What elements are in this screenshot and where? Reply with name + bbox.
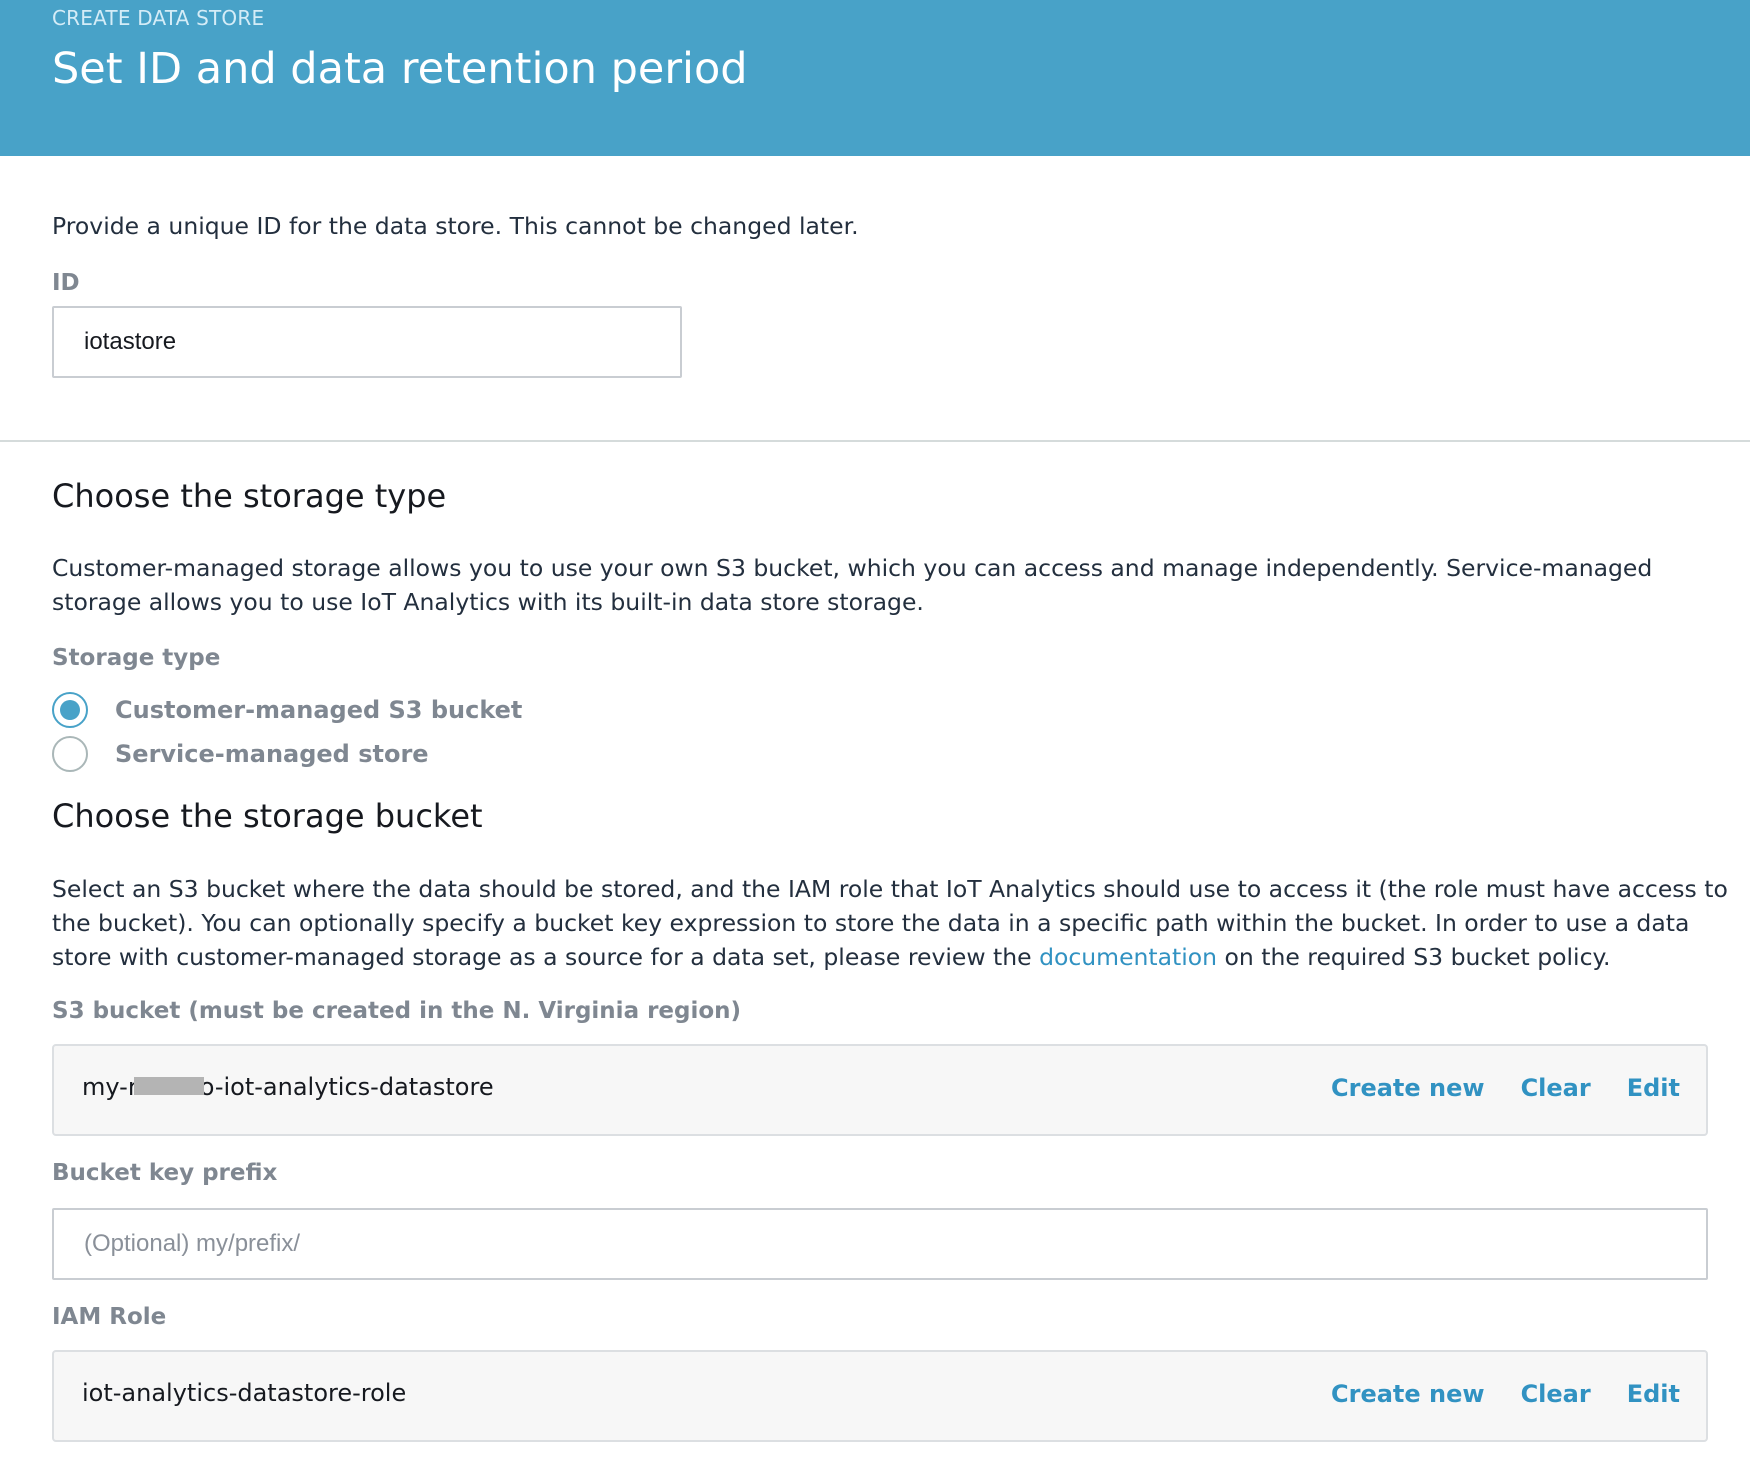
storage-bucket-description: Select an S3 bucket where the data shoul… (52, 875, 1728, 971)
iam-role-selector: iot-analytics-datastore-role Create new … (52, 1350, 1708, 1442)
id-input[interactable] (52, 306, 682, 378)
storage-type-heading: Choose the storage type (52, 477, 447, 515)
s3-create-new-button[interactable]: Create new (1331, 1074, 1485, 1102)
page-header: CREATE DATA STORE Set ID and data retent… (0, 0, 1750, 156)
iam-edit-button[interactable]: Edit (1627, 1380, 1680, 1408)
radio-button-checked[interactable] (52, 692, 88, 728)
bucket-key-prefix-label: Bucket key prefix (52, 1160, 278, 1186)
redacted-text (133, 1077, 204, 1095)
s3-bucket-selector: my-r o-iot-analytics-datastore Create new… (52, 1044, 1708, 1136)
storage-type-label: Storage type (52, 645, 221, 671)
storage-bucket-heading: Choose the storage bucket (52, 797, 483, 835)
id-description: Provide a unique ID for the data store. … (52, 212, 859, 240)
iam-create-new-button[interactable]: Create new (1331, 1380, 1485, 1408)
radio-customer-managed[interactable]: Customer-managed S3 bucket (52, 691, 522, 729)
bucket-key-prefix-input[interactable] (52, 1208, 1708, 1280)
page-title: Set ID and data retention period (52, 44, 748, 94)
s3-edit-button[interactable]: Edit (1627, 1074, 1680, 1102)
radio-label: Customer-managed S3 bucket (115, 696, 523, 724)
s3-clear-button[interactable]: Clear (1521, 1074, 1591, 1102)
radio-button-unchecked[interactable] (52, 736, 88, 772)
s3-bucket-label: S3 bucket (must be created in the N. Vir… (52, 998, 742, 1024)
documentation-link[interactable]: documentation (1039, 943, 1217, 971)
radio-label: Service-managed store (115, 740, 429, 768)
iam-role-label: IAM Role (52, 1304, 167, 1330)
iam-role-value: iot-analytics-datastore-role (82, 1379, 407, 1407)
wizard-step-label: CREATE DATA STORE (52, 6, 265, 30)
s3-bucket-value: my-r o-iot-analytics-datastore (82, 1073, 494, 1101)
storage-type-description: Customer-managed storage allows you to u… (52, 554, 1653, 616)
radio-service-managed[interactable]: Service-managed store (52, 735, 429, 773)
id-label: ID (52, 270, 80, 296)
iam-clear-button[interactable]: Clear (1521, 1380, 1591, 1408)
section-divider (0, 440, 1750, 442)
